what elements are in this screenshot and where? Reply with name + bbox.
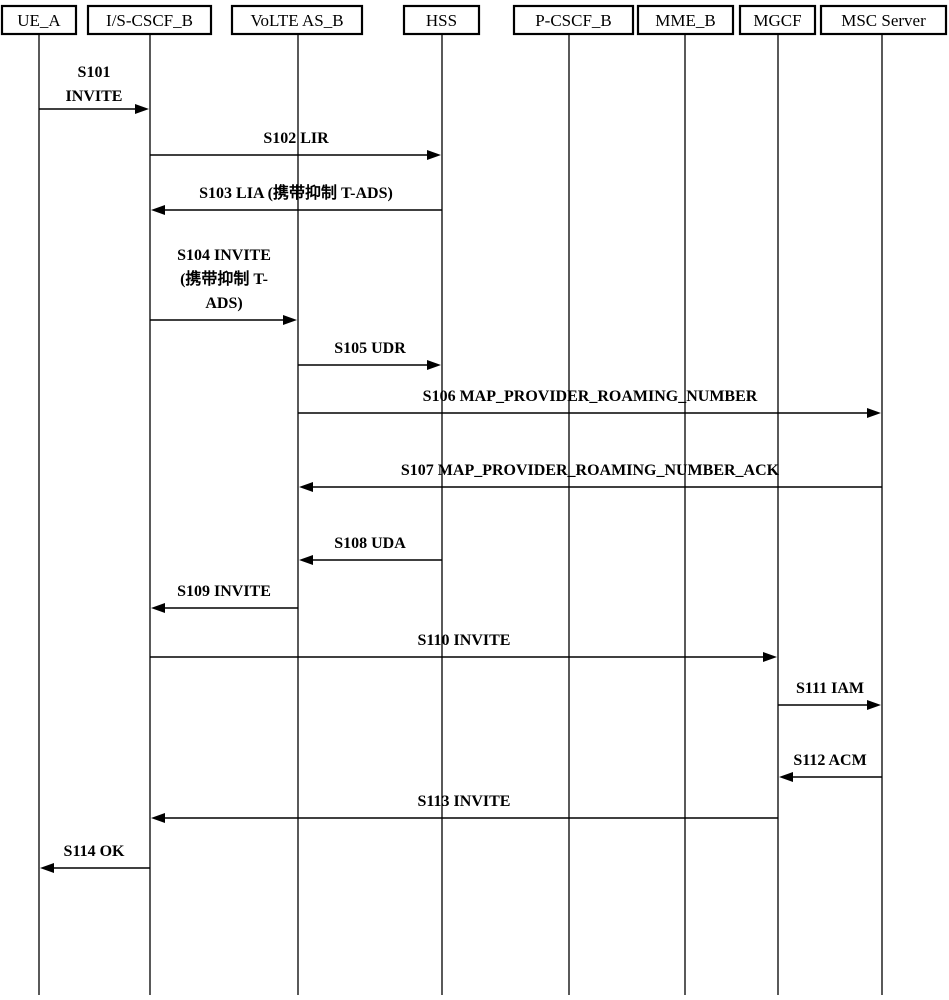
participant-hss: HSS <box>402 4 481 36</box>
participant-is-cscf-b: I/S-CSCF_B <box>86 4 213 36</box>
message-s108: S108 UDA <box>299 535 442 565</box>
message-s102: S102 LIR <box>150 130 441 160</box>
message-s101: S101 INVITE <box>39 64 149 114</box>
message-s103: S103 LIA (携带抑制 T-ADS) <box>151 183 442 215</box>
message-s112: S112 ACM <box>779 752 882 782</box>
message-label: S105 UDR <box>334 340 406 357</box>
participant-msc-server: MSC Server <box>819 4 948 36</box>
participant-volte-as-b: VoLTE AS_B <box>230 4 364 36</box>
message-s104: S104 INVITE (携带抑制 T- ADS) <box>150 247 297 325</box>
message-label: S108 UDA <box>334 535 406 552</box>
sequence-diagram: UE_A I/S-CSCF_B VoLTE AS_B HSS P-CSCF_B MME_B… <box>0 4 948 995</box>
message-label: ADS) <box>205 295 242 312</box>
arrowhead-icon <box>763 652 777 662</box>
arrowhead-icon <box>867 700 881 710</box>
message-s110: S110 INVITE <box>150 632 777 662</box>
participant-label: P-CSCF_B <box>535 11 612 30</box>
arrowhead-icon <box>779 772 793 782</box>
arrowhead-icon <box>283 315 297 325</box>
arrowhead-icon <box>151 205 165 215</box>
participant-label: MME_B <box>655 11 715 30</box>
message-label: S102 LIR <box>263 130 329 147</box>
arrowhead-icon <box>427 150 441 160</box>
message-label: S104 INVITE <box>177 247 271 264</box>
participant-label: I/S-CSCF_B <box>106 11 193 30</box>
message-label: S110 INVITE <box>418 632 511 649</box>
participant-label: MSC Server <box>841 11 926 30</box>
arrowhead-icon <box>299 555 313 565</box>
message-s113: S113 INVITE <box>151 793 778 823</box>
message-s105: S105 UDR <box>298 340 441 370</box>
message-label: S113 INVITE <box>418 793 511 810</box>
arrowhead-icon <box>427 360 441 370</box>
arrowhead-icon <box>151 603 165 613</box>
arrowhead-icon <box>151 813 165 823</box>
participant-label: MGCF <box>753 11 801 30</box>
message-s106: S106 MAP_PROVIDER_ROAMING_NUMBER <box>298 388 881 418</box>
message-s109: S109 INVITE <box>151 583 298 613</box>
participant-mme-b: MME_B <box>636 4 735 36</box>
message-s111: S111 IAM <box>778 680 881 710</box>
arrowhead-icon <box>867 408 881 418</box>
message-s114: S114 OK <box>40 843 150 873</box>
participant-ue-a: UE_A <box>0 4 78 36</box>
participant-label: UE_A <box>17 11 61 30</box>
arrowhead-icon <box>135 104 149 114</box>
message-label: S106 MAP_PROVIDER_ROAMING_NUMBER <box>423 388 758 405</box>
message-label: (携带抑制 T- <box>180 269 268 288</box>
message-label: S101 <box>78 64 111 81</box>
message-label: S107 MAP_PROVIDER_ROAMING_NUMBER_ACK <box>401 462 780 479</box>
message-label: S111 IAM <box>796 680 864 697</box>
lifelines <box>38 34 883 995</box>
participant-headers: UE_A I/S-CSCF_B VoLTE AS_B HSS P-CSCF_B MME_B… <box>0 4 948 36</box>
message-label: S103 LIA (携带抑制 T-ADS) <box>199 183 393 202</box>
participant-label: VoLTE AS_B <box>250 11 343 30</box>
message-s107: S107 MAP_PROVIDER_ROAMING_NUMBER_ACK <box>299 462 882 492</box>
arrowhead-icon <box>299 482 313 492</box>
message-label: INVITE <box>66 88 123 105</box>
arrowhead-icon <box>40 863 54 873</box>
participant-mgcf: MGCF <box>738 4 817 36</box>
message-label: S114 OK <box>64 843 125 860</box>
messages: S101 INVITE S102 LIR S103 LIA (携带抑制 T-ADS) S… <box>39 64 882 873</box>
message-label: S112 ACM <box>793 752 866 769</box>
participant-p-cscf-b: P-CSCF_B <box>512 4 635 36</box>
participant-label: HSS <box>426 11 457 30</box>
message-label: S109 INVITE <box>177 583 271 600</box>
